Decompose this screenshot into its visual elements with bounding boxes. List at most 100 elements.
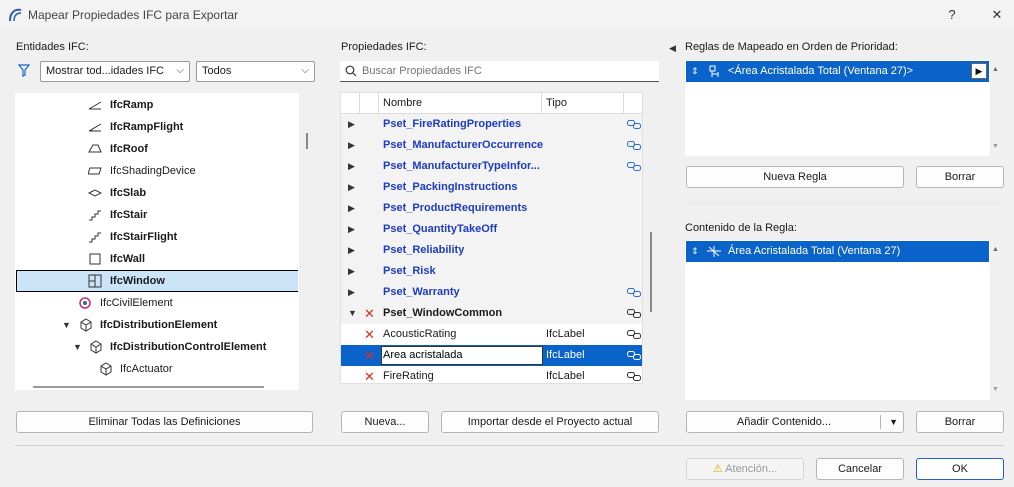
property-row[interactable]: ✕ Area acristalada IfcLabel [341,345,642,366]
tree-item-ifcshadingdevice[interactable]: IfcShadingDevice [16,160,298,182]
chevron-down-icon: ⌵ [176,65,184,76]
chevron-right-icon[interactable]: ▶ [348,114,355,135]
add-content-button[interactable]: Añadir Contenido... ▼ [686,411,904,433]
column-divider [623,93,624,114]
play-icon[interactable]: ▶ [971,63,987,79]
delete-mapping-icon[interactable]: ✕ [364,324,375,345]
property-row[interactable]: ▶ Pset_QuantityTakeOff [341,219,642,240]
properties-table[interactable]: Nombre Tipo ▶ Pset_FireRatingProperties ▶ P… [340,92,643,384]
reorder-arrows-icon[interactable]: ⇕ [691,241,699,262]
property-row[interactable]: ▼ ✕ Pset_WindowCommon [341,303,642,324]
new-property-button[interactable]: Nueva... [341,411,429,433]
delete-mapping-icon[interactable]: ✕ [364,303,375,324]
window-icon [88,274,102,288]
shading-device-icon [88,167,102,175]
property-name: Area acristalada [381,346,543,365]
column-header-name[interactable]: Nombre [383,97,422,109]
chevron-right-icon[interactable]: ▶ [348,261,355,282]
property-row[interactable]: ▶ Pset_FireRatingProperties [341,114,642,135]
chevron-right-icon[interactable]: ▶ [348,219,355,240]
chevron-down-icon[interactable]: ▼ [73,336,82,358]
scroll-up-icon[interactable]: ▲ [992,246,999,253]
delete-rule-button[interactable]: Borrar [916,166,1004,188]
tree-item-ifcstair[interactable]: IfcStair [16,204,298,226]
scope-filter-select[interactable]: Todos ⌵ [196,61,315,82]
stair-flight-icon [89,232,101,243]
properties-table-header: Nombre Tipo [341,93,642,114]
column-header-type[interactable]: Tipo [546,97,567,109]
property-row[interactable]: ▶ Pset_Warranty [341,282,642,303]
chevron-down-icon[interactable]: ▼ [62,314,71,336]
chevron-right-icon[interactable]: ▶ [348,177,355,198]
tree-item-ifcroof[interactable]: IfcRoof [16,138,298,160]
property-search-field[interactable] [340,61,659,82]
tree-vertical-scrollbar[interactable] [306,133,308,149]
entity-tree[interactable]: IfcRamp IfcRampFlight IfcRoof IfcShading… [15,93,299,390]
close-button[interactable]: ✕ [985,4,1009,26]
property-row[interactable]: ✕ FireRating IfcLabel [341,366,642,383]
chevron-down-icon[interactable]: ▼ [348,303,357,324]
chevron-right-icon[interactable]: ▶ [348,198,355,219]
property-row[interactable]: ▶ Pset_ProductRequirements [341,198,642,219]
property-row[interactable]: ▶ Pset_Risk [341,261,642,282]
tree-item-ifcdistributionelement[interactable]: ▼ IfcDistributionElement [16,314,298,336]
rules-label: Reglas de Mapeado en Orden de Prioridad: [685,41,898,53]
tree-item-ifccivilelement[interactable]: IfcCivilElement [16,292,298,314]
split-divider [880,415,881,429]
warning-button[interactable]: ⚠ Atención... [686,458,804,480]
rule-content-item[interactable]: ⇕ Área Acristalada Total (Ventana 27) [686,241,989,262]
tree-item-ifcwindow[interactable]: IfcWindow [16,270,298,292]
cancel-button[interactable]: Cancelar [816,458,904,480]
chevron-right-icon[interactable]: ▶ [348,135,355,156]
tree-item-ifcslab[interactable]: IfcSlab [16,182,298,204]
link-icon [627,141,641,150]
entity-filter-select[interactable]: Mostrar tod...idades IFC ⌵ [40,61,190,82]
footer-divider [15,445,1004,446]
property-name: Pset_Reliability [383,244,465,256]
chevron-right-icon[interactable]: ▶ [348,156,355,177]
property-row[interactable]: ▶ Pset_PackingInstructions [341,177,642,198]
new-rule-button[interactable]: Nueva Regla [686,166,904,188]
delete-content-button[interactable]: Borrar [916,411,1004,433]
tree-item-ifcramp[interactable]: IfcRamp [16,94,298,116]
collapse-arrow-icon[interactable]: ◀ [669,43,676,54]
link-icon [627,162,641,171]
delete-all-definitions-button[interactable]: Eliminar Todas las Definiciones [16,411,313,433]
chevron-right-icon[interactable]: ▶ [348,282,355,303]
tree-item-ifcrampflight[interactable]: IfcRampFlight [16,116,298,138]
dropdown-arrow-icon[interactable]: ▼ [889,412,898,432]
slab-icon [88,189,102,197]
scroll-down-icon[interactable]: ▼ [992,143,999,150]
property-search-input[interactable] [362,63,652,79]
delete-mapping-icon[interactable]: ✕ [364,345,375,366]
tree-horizontal-scrollbar[interactable] [33,386,264,388]
properties-vertical-scrollbar[interactable] [650,232,652,312]
tree-item-ifcactuator[interactable]: IfcActuator [16,358,298,380]
scroll-up-icon[interactable]: ▲ [992,66,999,73]
property-row[interactable]: ▶ Pset_ManufacturerOccurrence [341,135,642,156]
scroll-down-icon[interactable]: ▼ [992,386,999,393]
warning-icon: ⚠ [712,463,723,475]
section-divider [685,203,1004,204]
property-row[interactable]: ✕ AcousticRating IfcLabel [341,324,642,345]
tree-item-ifcstairflight[interactable]: IfcStairFlight [16,226,298,248]
property-name: Pset_WindowCommon [383,307,503,319]
civil-element-icon [79,297,91,309]
help-button[interactable]: ? [940,4,964,26]
property-type: IfcLabel [546,370,585,382]
import-from-project-button[interactable]: Importar desde el Proyecto actual [441,411,659,433]
rules-list[interactable]: ⇕ <Área Acristalada Total (Ventana 27)> … [685,60,990,156]
rule-content-list[interactable]: ⇕ Área Acristalada Total (Ventana 27) [685,240,990,400]
reorder-arrows-icon[interactable]: ⇕ [691,61,699,82]
column-divider [541,93,542,114]
property-row[interactable]: ▶ Pset_ManufacturerTypeInfor... [341,156,642,177]
chevron-right-icon[interactable]: ▶ [348,240,355,261]
tree-item-ifcwall[interactable]: IfcWall [16,248,298,270]
ok-button[interactable]: OK [916,458,1004,480]
filter-icon [18,64,30,77]
tree-item-ifcdistributioncontrolelement[interactable]: ▼ IfcDistributionControlElement [16,336,298,358]
property-row[interactable]: ▶ Pset_Reliability [341,240,642,261]
delete-mapping-icon[interactable]: ✕ [364,366,375,383]
property-name: Pset_ManufacturerOccurrence [383,139,544,151]
rule-item[interactable]: ⇕ <Área Acristalada Total (Ventana 27)> … [686,61,989,82]
